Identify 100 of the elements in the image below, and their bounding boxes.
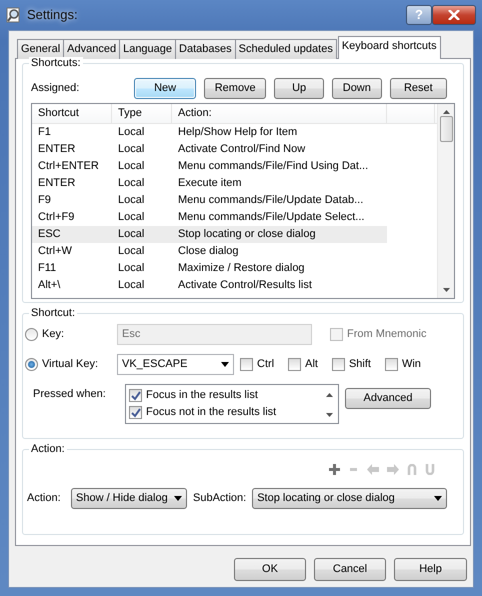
table-cell-text: Local xyxy=(117,262,146,276)
checkbox[interactable] xyxy=(240,358,253,371)
field-label: SubAction: xyxy=(193,492,246,506)
checkbox-label: Win xyxy=(402,358,421,372)
scrollbar[interactable] xyxy=(437,104,454,298)
table-cell-text: Menu commands/File/Find Using Dat... xyxy=(177,160,370,174)
table-row[interactable]: ENTER Local Activate Control/Find Now xyxy=(32,141,387,158)
column-header[interactable]: Shortcut xyxy=(32,104,112,123)
action-dropdown[interactable]: Show / Hide dialog xyxy=(71,488,187,509)
table-cell-text: Ctrl+F9 xyxy=(37,210,76,224)
table-cell-text: Close dialog xyxy=(177,244,240,258)
table-cell-text: F11 xyxy=(37,262,58,276)
virtual-key-dropdown[interactable]: VK_ESCAPE xyxy=(117,354,234,375)
magnifier-icon xyxy=(6,7,22,23)
table-cell-text: Activate Control/Find Now xyxy=(177,142,306,156)
table-cell-text: Help/Show Help for Item xyxy=(177,126,298,140)
plus-icon[interactable] xyxy=(329,464,340,475)
scroll-down-icon[interactable] xyxy=(442,288,450,292)
table-row[interactable]: Ctrl+W Local Close dialog xyxy=(32,243,387,260)
table-cell-text: Stop locating or close dialog xyxy=(177,228,317,242)
dialog-button[interactable]: Cancel xyxy=(314,558,386,581)
caret-icon xyxy=(174,496,182,501)
table-cell-text: F9 xyxy=(37,194,52,208)
table-cell-text: Local xyxy=(117,228,146,242)
table-cell-text: Activate Control/Results list xyxy=(177,278,313,292)
tab[interactable]: Language xyxy=(119,39,176,59)
checkbox[interactable] xyxy=(129,406,142,419)
table-cell-text: Local xyxy=(117,244,146,258)
table-cell-text: ENTER xyxy=(37,142,76,156)
toolbar-button[interactable]: Up xyxy=(274,78,324,99)
checkbox[interactable] xyxy=(384,358,398,371)
table-cell-text: ESC xyxy=(37,228,62,242)
table-row[interactable]: F9 Local Menu commands/File/Update Datab... xyxy=(32,192,387,209)
arrow-left-icon[interactable] xyxy=(367,464,379,475)
field-label: Pressed when: xyxy=(33,388,107,402)
field-label: Assigned: xyxy=(31,82,80,96)
table-row[interactable]: ENTER Local Execute item xyxy=(32,175,387,192)
close-icon xyxy=(448,10,460,20)
table-cell-text: Execute item xyxy=(177,176,243,190)
tab[interactable]: Advanced xyxy=(63,39,120,59)
scroll-down-icon[interactable] xyxy=(326,413,333,417)
caret-icon xyxy=(221,362,229,367)
table-cell-text: Local xyxy=(117,194,146,208)
toolbar-button[interactable]: Reset xyxy=(390,78,448,99)
column-header[interactable]: Action: xyxy=(172,104,387,123)
table-cell-text: Alt+\ xyxy=(37,278,62,292)
table-cell-text: Menu commands/File/Update Select... xyxy=(177,210,366,224)
table-cell-text: Menu commands/File/Update Datab... xyxy=(177,194,364,208)
checkbox[interactable] xyxy=(288,358,302,371)
table-row[interactable]: Alt+\ Local Activate Control/Results list xyxy=(32,277,387,294)
toolbar-button[interactable]: Down xyxy=(332,78,382,99)
checkbox-label: Alt xyxy=(305,358,318,372)
tab[interactable]: Scheduled updates xyxy=(234,39,337,59)
checkbox-label: Ctrl xyxy=(257,358,274,372)
tab[interactable]: Databases xyxy=(175,39,236,59)
table-cell-text: F1 xyxy=(37,126,52,140)
checkbox-label: Shift xyxy=(348,358,371,372)
table-cell-text: Local xyxy=(117,176,146,190)
arrow-right-icon[interactable] xyxy=(387,464,399,475)
caret-icon xyxy=(434,496,442,501)
table-cell-text: Ctrl+W xyxy=(37,244,73,258)
tab[interactable]: General xyxy=(17,39,64,59)
table-row[interactable]: F11 Local Maximize / Restore dialog xyxy=(32,260,387,277)
list-item[interactable]: Focus not in the results list xyxy=(146,406,276,420)
table-cell-text: Local xyxy=(117,126,146,140)
checkbox-label: From Mnemonic xyxy=(347,328,426,342)
table-cell-text: ENTER xyxy=(37,176,76,190)
toolbar-button[interactable]: New xyxy=(134,78,196,99)
table-cell-text: Local xyxy=(117,278,146,292)
close-button[interactable] xyxy=(432,5,476,25)
dialog-button[interactable]: OK xyxy=(234,558,306,581)
scroll-up-icon[interactable] xyxy=(326,393,333,397)
radio-label: Virtual Key: xyxy=(42,358,98,372)
dropdown-value: VK_ESCAPE xyxy=(122,358,188,372)
table-cell-text: Local xyxy=(117,160,146,174)
checkbox[interactable] xyxy=(129,389,142,402)
dropdown-value: Stop locating or close dialog xyxy=(257,492,395,506)
table-row[interactable]: Ctrl+F9 Local Menu commands/File/Update Select... xyxy=(32,209,387,226)
table-cell-text: Ctrl+ENTER xyxy=(37,160,100,174)
list-item[interactable]: Focus in the results list xyxy=(146,388,258,402)
scroll-up-icon[interactable] xyxy=(442,110,450,114)
checkbox[interactable] xyxy=(332,358,345,371)
advanced-button[interactable]: Advanced xyxy=(345,388,431,409)
scroll-thumb[interactable] xyxy=(440,116,452,142)
dropdown-value: Show / Hide dialog xyxy=(76,492,168,506)
dialog-button[interactable]: Help xyxy=(394,558,467,581)
table-cell-text: Local xyxy=(117,210,146,224)
table-row[interactable]: Ctrl+ENTER Local Menu commands/File/Find Using Dat... xyxy=(32,158,387,175)
table-cell-text: Local xyxy=(117,142,146,156)
radio-label: Key: xyxy=(42,328,64,342)
column-header[interactable]: Type xyxy=(112,104,172,123)
table-cell-text: Maximize / Restore dialog xyxy=(177,262,306,276)
table-row[interactable]: ESC Local Stop locating or close dialog xyxy=(32,226,387,243)
window-title: Settings: xyxy=(27,7,78,23)
subaction-dropdown[interactable]: Stop locating or close dialog xyxy=(252,488,448,509)
tab[interactable]: Keyboard shortcuts xyxy=(338,36,441,59)
radio-button[interactable] xyxy=(25,358,38,371)
toolbar-button[interactable]: Remove xyxy=(204,78,266,99)
table-row[interactable]: F1 Local Help/Show Help for Item xyxy=(32,124,387,141)
field-label: Action: xyxy=(27,492,62,506)
